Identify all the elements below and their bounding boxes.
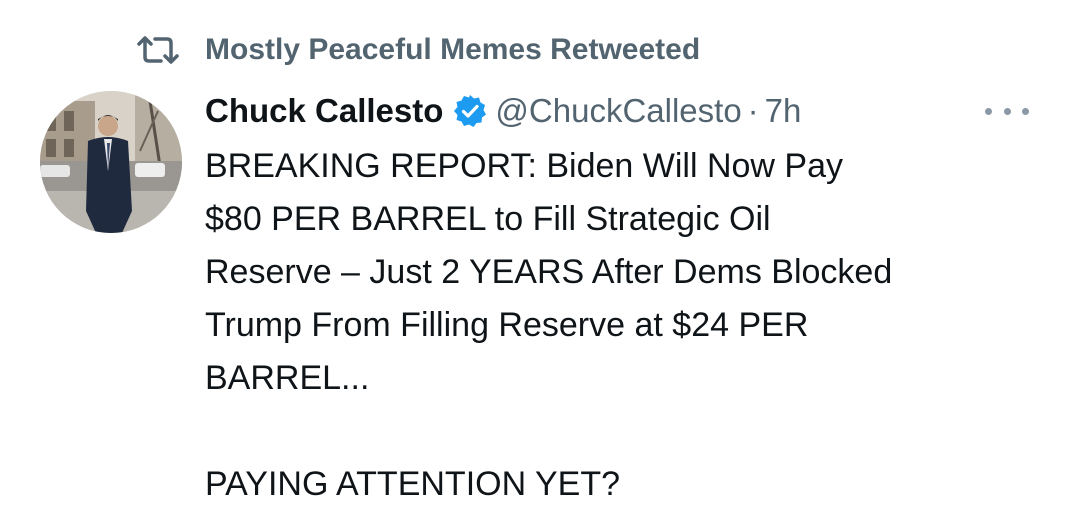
tweet-text-line: BREAKING REPORT: Biden Will Now Pay: [205, 147, 843, 185]
verified-badge-icon: [453, 94, 487, 128]
header-separator: ·: [747, 92, 759, 129]
more-options-icon[interactable]: [985, 101, 1029, 121]
avatar[interactable]: [40, 91, 182, 233]
retweet-label: Mostly Peaceful Memes Retweeted: [205, 33, 701, 66]
more-dot: [985, 107, 992, 115]
tweet-text: BREAKING REPORT: Biden Will Now Pay $80 …: [205, 140, 1055, 511]
more-dot: [1003, 107, 1011, 115]
more-dot: [1022, 107, 1029, 115]
tweet-text-line: Reserve – Just 2 YEARS After Dems Blocke…: [205, 253, 893, 291]
tweet-text-line: BARREL...: [205, 359, 370, 397]
author-handle[interactable]: @ChuckCallesto: [495, 92, 741, 130]
tweet-card[interactable]: Mostly Peaceful Memes Retweeted Chuck Ca…: [0, 0, 1075, 515]
retweet-icon: [135, 35, 181, 65]
tweet-header: Chuck Callesto @ChuckCallesto · 7h: [205, 87, 801, 135]
tweet-timestamp[interactable]: 7h: [765, 92, 802, 130]
tweet-text-line: PAYING ATTENTION YET?: [205, 465, 621, 503]
retweet-context[interactable]: Mostly Peaceful Memes Retweeted: [135, 30, 700, 70]
author-display-name[interactable]: Chuck Callesto: [205, 92, 443, 130]
paragraph-break: [205, 405, 1055, 458]
tweet-text-line: Trump From Filling Reserve at $24 PER: [205, 306, 809, 344]
tweet-text-line: $80 PER BARREL to Fill Strategic Oil: [205, 200, 771, 238]
